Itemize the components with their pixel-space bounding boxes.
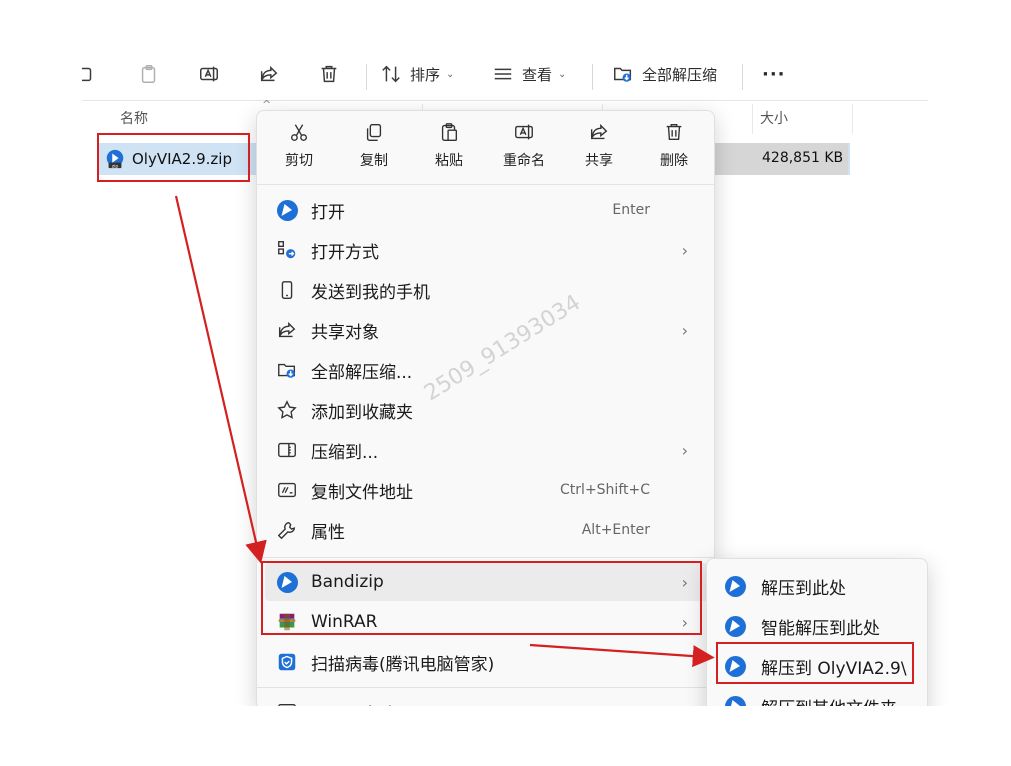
menu-item-label: 发送到我的手机 xyxy=(311,282,430,303)
column-header-size[interactable]: 大小 xyxy=(760,108,788,128)
star-icon xyxy=(275,398,299,422)
annotation-box-extract-to-folder xyxy=(716,642,914,684)
column-divider xyxy=(852,104,853,134)
menu-separator xyxy=(257,557,714,558)
extract-folder-icon xyxy=(275,358,299,382)
menu-item-add-to-favorites[interactable]: 添加到收藏夹 xyxy=(265,391,708,429)
copy-icon xyxy=(82,67,92,82)
paste-toolbar-button[interactable] xyxy=(138,54,160,94)
menu-item-send-to-phone[interactable]: 发送到我的手机 xyxy=(265,271,708,309)
toolbar-separator xyxy=(366,64,367,90)
menu-item-label: 属性 xyxy=(311,522,345,543)
cut-label: 剪切 xyxy=(285,153,313,169)
more-dots-icon: ··· xyxy=(762,63,786,85)
menu-item-properties[interactable]: 属性 Alt+Enter xyxy=(265,511,708,549)
delete-toolbar-button[interactable] xyxy=(318,54,340,94)
chevron-down-icon: ⌄ xyxy=(446,68,455,80)
view-button[interactable]: 查看 ⌄ xyxy=(492,54,566,94)
copy-icon xyxy=(366,123,382,141)
menu-item-open[interactable]: 打开 Enter xyxy=(265,191,708,229)
paste-icon xyxy=(141,65,156,83)
paste-label: 粘贴 xyxy=(435,153,463,169)
submenu-item-extract-here[interactable]: 解压到此处 xyxy=(715,567,921,605)
menu-item-label: 添加到收藏夹 xyxy=(311,402,413,423)
copy-label: 复制 xyxy=(360,153,388,169)
share-icon xyxy=(275,318,299,342)
share-label: 共享 xyxy=(585,153,613,169)
share-icon xyxy=(260,65,278,82)
file-size-cell: 428,851 KB xyxy=(762,150,844,166)
toolbar-divider xyxy=(82,100,928,101)
chevron-right-icon: › xyxy=(681,320,688,340)
path-icon xyxy=(275,478,299,502)
chevron-down-icon: ⌄ xyxy=(558,68,567,80)
trash-icon xyxy=(666,123,682,141)
phone-icon xyxy=(275,278,299,302)
annotation-box-file xyxy=(97,133,250,182)
shield-icon xyxy=(275,650,299,674)
sort-icon xyxy=(382,65,400,83)
copy-button[interactable]: 复制 xyxy=(344,121,404,181)
rename-icon xyxy=(515,124,533,140)
menu-item-label: 打开方式 xyxy=(311,242,379,263)
scissors-icon xyxy=(290,124,308,141)
column-divider xyxy=(752,104,753,134)
menu-item-label: 打开 xyxy=(311,202,345,223)
rename-label: 重命名 xyxy=(503,153,545,169)
delete-label: 删除 xyxy=(660,153,688,169)
chevron-right-icon: › xyxy=(681,440,688,460)
view-list-icon xyxy=(494,68,512,80)
cut-button[interactable]: 剪切 xyxy=(269,121,329,181)
open-with-icon xyxy=(275,238,299,262)
menu-item-label: 复制文件地址 xyxy=(311,482,413,503)
rename-icon xyxy=(200,66,218,82)
menu-item-virus-scan[interactable]: 扫描病毒(腾讯电脑管家) xyxy=(265,643,708,681)
quick-actions-bar: 剪切 复制 粘贴 重命名 共享 删除 xyxy=(257,111,714,185)
compress-icon xyxy=(275,438,299,462)
chevron-right-icon: › xyxy=(681,240,688,260)
sort-button[interactable]: 排序 ⌄ xyxy=(380,54,454,94)
bandizip-icon xyxy=(723,574,747,598)
copy-toolbar-button[interactable] xyxy=(82,54,96,94)
submenu-item-label: 智能解压到此处 xyxy=(761,618,880,639)
view-label: 查看 xyxy=(522,65,553,84)
command-bar: 排序 ⌄ 查看 ⌄ 全部解压缩 ··· xyxy=(82,54,928,98)
toolbar-separator xyxy=(592,64,593,90)
bottom-crop-mask xyxy=(0,706,1011,766)
menu-item-compress-to[interactable]: 压缩到... › xyxy=(265,431,708,469)
rename-button[interactable]: 重命名 xyxy=(494,121,554,181)
bandizip-submenu: 解压到此处 智能解压到此处 解压到 OlyVIA2.9\ 解压到其他文件夹 xyxy=(706,558,928,718)
submenu-item-label: 解压到此处 xyxy=(761,578,846,599)
menu-item-copy-path[interactable]: 复制文件地址 Ctrl+Shift+C xyxy=(265,471,708,509)
column-header-name[interactable]: 名称 xyxy=(120,108,148,128)
extract-all-label: 全部解压缩 xyxy=(642,65,718,84)
bandizip-icon xyxy=(275,198,299,222)
menu-item-label: 扫描病毒(腾讯电脑管家) xyxy=(311,654,495,675)
menu-item-shortcut: Alt+Enter xyxy=(581,522,650,538)
menu-item-shortcut: Enter xyxy=(612,202,650,218)
extract-all-button[interactable]: 全部解压缩 xyxy=(612,54,717,94)
paste-icon xyxy=(441,123,458,141)
paste-button[interactable]: 粘贴 xyxy=(419,121,479,181)
menu-item-label: 全部解压缩... xyxy=(311,362,413,383)
menu-item-label: 压缩到... xyxy=(311,442,379,463)
toolbar-separator xyxy=(742,64,743,90)
menu-separator xyxy=(257,687,714,688)
more-button[interactable]: ··· xyxy=(762,54,786,94)
rename-toolbar-button[interactable] xyxy=(198,54,220,94)
annotation-box-bandizip-winrar xyxy=(261,561,702,635)
share-button[interactable]: 共享 xyxy=(569,121,629,181)
extract-folder-icon xyxy=(614,67,632,82)
trash-icon xyxy=(321,65,337,83)
menu-item-label: 共享对象 xyxy=(311,322,379,343)
bandizip-icon xyxy=(723,614,747,638)
share-toolbar-button[interactable] xyxy=(258,54,280,94)
sort-label: 排序 xyxy=(410,65,441,84)
wrench-icon xyxy=(275,518,299,542)
delete-button[interactable]: 删除 xyxy=(644,121,704,181)
menu-item-shortcut: Ctrl+Shift+C xyxy=(560,482,650,498)
menu-item-open-with[interactable]: 打开方式 › xyxy=(265,231,708,269)
share-icon xyxy=(590,123,608,140)
submenu-item-smart-extract-here[interactable]: 智能解压到此处 xyxy=(715,607,921,645)
